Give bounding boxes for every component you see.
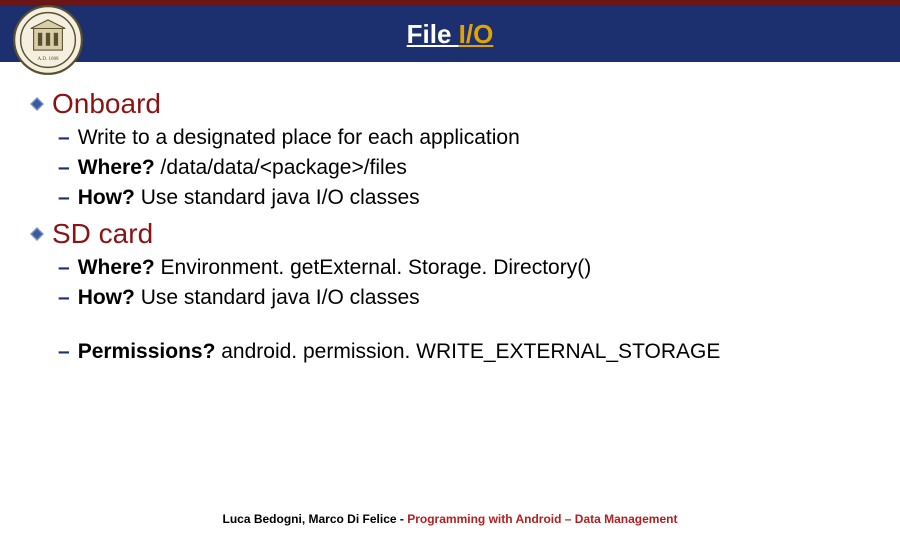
dash-icon: – — [58, 126, 70, 150]
content-area: Onboard – Write to a designated place fo… — [30, 80, 870, 370]
dash-icon: – — [58, 186, 70, 210]
bullet-text: Use standard java I/O classes — [141, 286, 420, 309]
spacer — [30, 316, 870, 334]
bullet-item: – Where? /data/data/<package>/files — [58, 156, 870, 180]
bullet-item: – Permissions? android. permission. WRIT… — [58, 340, 870, 364]
title-accent: I/O — [459, 19, 494, 49]
bullet-text: Environment. getExternal. Storage. Direc… — [161, 256, 592, 279]
bullet-item: – How? Use standard java I/O classes — [58, 186, 870, 210]
footer-course: Programming with Android – Data Manageme… — [407, 512, 677, 526]
section-heading-onboard: Onboard — [30, 88, 870, 120]
bullet-bold: Where? — [78, 156, 161, 179]
bullet-item: – Where? Environment. getExternal. Stora… — [58, 256, 870, 280]
bullet-item: – Write to a designated place for each a… — [58, 126, 870, 150]
section-heading-text: SD card — [52, 218, 153, 250]
dash-icon: – — [58, 156, 70, 180]
bullet-text: Write to a designated place for each app… — [78, 126, 520, 149]
bullet-text: android. permission. WRITE_EXTERNAL_STOR… — [221, 340, 720, 363]
dash-icon: – — [58, 286, 70, 310]
footer: Luca Bedogni, Marco Di Felice - Programm… — [0, 512, 900, 526]
slide-title: File I/O — [407, 19, 494, 50]
section-heading-sdcard: SD card — [30, 218, 870, 250]
footer-authors: Luca Bedogni, Marco Di Felice — [223, 512, 400, 526]
bullet-diamond-icon — [30, 97, 44, 111]
bullet-diamond-icon — [30, 227, 44, 241]
bullet-bold: How? — [78, 286, 141, 309]
bullet-bold: Permissions? — [78, 340, 222, 363]
slide: A.D. 1088 File I/O Onboard – Write to a … — [0, 0, 900, 540]
bullet-text: Use standard java I/O classes — [141, 186, 420, 209]
bullet-item: – How? Use standard java I/O classes — [58, 286, 870, 310]
title-pre: File — [407, 19, 459, 49]
svg-text:A.D. 1088: A.D. 1088 — [37, 56, 59, 62]
university-seal-icon: A.D. 1088 — [12, 4, 84, 76]
bullet-text: /data/data/<package>/files — [161, 156, 407, 179]
dash-icon: – — [58, 340, 70, 364]
bullet-bold: How? — [78, 186, 141, 209]
dash-icon: – — [58, 256, 70, 280]
section-heading-text: Onboard — [52, 88, 161, 120]
title-bar: File I/O — [0, 0, 900, 62]
bullet-bold: Where? — [78, 256, 161, 279]
